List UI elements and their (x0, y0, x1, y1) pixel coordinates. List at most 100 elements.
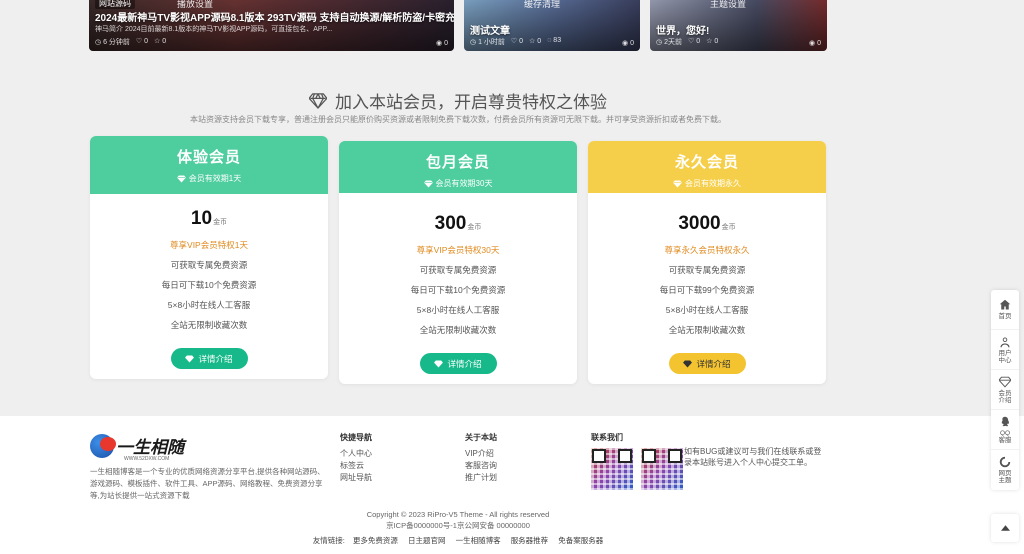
plan-feature: 全站无限制收藏次数 (668, 325, 746, 335)
plan-price: 3000金币 (678, 213, 736, 234)
post-top-tag: 主题设置 (710, 0, 747, 9)
site-about: 一生相随博客是一个专业的优质网络资源分享平台,提供各种网站源码、游戏源码、模板插… (90, 467, 325, 500)
toolbar-home[interactable]: 首页 (991, 290, 1019, 330)
footer-link[interactable]: VIP介绍 (465, 448, 497, 460)
plan-feature: 每日可下载10个免费资源 (161, 280, 257, 290)
plan-feature: 5×8小时在线人工客服 (416, 305, 500, 315)
footer-nav-title: 快捷导航 (340, 433, 372, 442)
plan-details-button[interactable]: 详情介绍 (419, 353, 497, 374)
plan-feature: 可获取专属免费资源 (668, 265, 746, 275)
post-meta: ◷ 1 小时前 ♡ 0 ☆ 0 ◌ 83 (470, 37, 561, 47)
friend-link[interactable]: 一生相随博客 (456, 536, 501, 545)
friend-link[interactable]: 服务器推荐 (511, 536, 549, 545)
plan-feature: 可获取专属免费资源 (419, 265, 497, 275)
plan-feature: 每日可下载10个免费资源 (410, 285, 506, 295)
toolbar-label: 首页 (998, 313, 1012, 320)
vip-section-header: 加入本站会员，开启尊贵特权之体验 (0, 88, 916, 114)
footer-link[interactable]: 标签云 (340, 460, 372, 472)
diamond-icon (434, 359, 444, 368)
plan-price: 10金币 (190, 208, 228, 229)
toolbar-vip[interactable]: 会员介绍 (991, 370, 1019, 410)
diamond-icon (999, 376, 1011, 388)
plan-feature: 5×8小时在线人工客服 (167, 300, 251, 310)
post-favs: ☆ 0 (154, 38, 167, 45)
footer-link[interactable]: 个人中心 (340, 448, 372, 460)
post-top-tag: 缓存清理 (524, 0, 561, 9)
friend-link[interactable]: 免备案服务器 (558, 536, 603, 545)
toolbar-label: 会员介绍 (998, 389, 1012, 404)
post-meta: ◷ 6 分钟前 ♡ 0 ☆ 0 (95, 37, 166, 47)
friend-link[interactable]: 日主题官网 (408, 536, 446, 545)
post-title[interactable]: 2024最新神马TV影视APP源码8.1版本 293TV源码 支持自动换源/解析… (95, 9, 454, 24)
plan-details-button[interactable]: 详情介绍 (668, 353, 746, 374)
post-views: ◉ 0 (809, 40, 821, 47)
post-views: ◉ 0 (622, 40, 634, 47)
post-time: ◷ 2天前 (656, 39, 682, 46)
post-card[interactable]: 主题设置 世界，您好! ◷ 2天前 ♡ 0 ☆ 0 ◉ 0 (650, 0, 827, 51)
post-favs: ☆ 0 (529, 38, 542, 45)
plan-validity: 会员有效期30天 (423, 178, 492, 189)
toolbar-label: QQ客服 (998, 429, 1012, 444)
post-likes: ♡ 0 (135, 38, 149, 45)
post-grid: 网站源码 播放设置 2024最新神马TV影视APP源码8.1版本 293TV源码… (89, 0, 827, 51)
plan-feature: 全站无限制收藏次数 (170, 320, 248, 330)
plan-details-button[interactable]: 详情介绍 (170, 348, 248, 369)
plan-validity: 会员有效期永久 (673, 178, 741, 189)
friend-link[interactable]: 更多免费资源 (353, 536, 398, 545)
plan-validity: 会员有效期1天 (176, 173, 241, 184)
footer-about-title: 关于本站 (465, 433, 497, 442)
plan-header: 体验会员 会员有效期1天 (90, 136, 328, 194)
plan-price: 300金币 (434, 213, 482, 234)
post-category[interactable]: 网站源码 (95, 0, 135, 9)
site-footer: 一生相随 WWW.52DXW.COM 一生相随博客是一个专业的优质网络资源分享平… (0, 416, 1024, 554)
post-card[interactable]: 网站源码 播放设置 2024最新神马TV影视APP源码8.1版本 293TV源码… (89, 0, 454, 51)
qq-icon (1001, 416, 1009, 426)
plan-feature: 5×8小时在线人工客服 (665, 305, 749, 315)
footer-link[interactable]: 客服咨询 (465, 460, 497, 472)
toolbar-theme[interactable]: 网页主题 (991, 450, 1019, 490)
diamond-icon (683, 359, 693, 368)
toolbar-user-center[interactable]: 用户中心 (991, 330, 1019, 370)
copyright-text: Copyright © 2023 RiPro-V5 Theme - All ri… (366, 510, 550, 519)
plan-card-lifetime: 永久会员 会员有效期永久 3000金币 尊享永久会员特权永久 可获取专属免费资源… (588, 141, 826, 384)
qr-code-image (591, 448, 633, 490)
icp-record[interactable]: 京ICP备0000000号-1京公网安备 00000000 (0, 520, 916, 531)
post-card[interactable]: 缓存清理 测试文章 ◷ 1 小时前 ♡ 0 ☆ 0 ◌ 83 ◉ 0 (464, 0, 640, 51)
logo-url: WWW.52DXW.COM (124, 456, 170, 462)
home-icon (999, 299, 1011, 310)
plan-card-monthly: 包月会员 会员有效期30天 300金币 尊享VIP会员特权30天 可获取专属免费… (339, 141, 577, 384)
footer-contact: 联系我们 (591, 432, 683, 490)
friend-links: 友情链接: 更多免费资源 日主题官网 一生相随博客 服务器推荐 免备案服务器 (0, 535, 916, 546)
vip-heading: 加入本站会员，开启尊贵特权之体验 (309, 88, 607, 113)
post-likes: ♡ 0 (510, 38, 524, 45)
footer-link[interactable]: 推广计划 (465, 472, 497, 484)
site-logo[interactable]: 一生相随 WWW.52DXW.COM (90, 433, 184, 462)
plan-feature: 每日可下载99个免费资源 (659, 285, 755, 295)
diamond-icon (423, 179, 433, 188)
plan-name: 体验会员 (176, 149, 241, 166)
diamond-icon (309, 92, 327, 109)
plan-feature: 可获取专属免费资源 (170, 260, 248, 270)
post-likes: ♡ 0 (687, 38, 701, 45)
post-comments: ◌ 83 (547, 37, 562, 44)
floating-toolbar: 首页 用户中心 会员介绍 QQ客服 网页主题 (991, 290, 1019, 490)
plan-perk: 尊享VIP会员特权30天 (416, 245, 500, 255)
post-title[interactable]: 测试文章 (470, 22, 510, 37)
contact-note: 如有BUG或建议可与我们在线联系或登录本站账号进入个人中心提交工单。 (684, 447, 822, 467)
post-time: ◷ 1 小时前 (470, 39, 505, 46)
back-to-top-button[interactable] (991, 514, 1019, 542)
plan-card-trial: 体验会员 会员有效期1天 10金币 尊享VIP会员特权1天 可获取专属免费资源 … (90, 136, 328, 379)
toolbar-label: 用户中心 (998, 349, 1012, 364)
diamond-icon (185, 354, 195, 363)
toolbar-qq[interactable]: QQ客服 (991, 410, 1019, 450)
plan-header: 包月会员 会员有效期30天 (339, 141, 577, 193)
post-title[interactable]: 世界，您好! (656, 22, 709, 37)
diamond-icon (673, 179, 682, 188)
plan-name: 永久会员 (674, 154, 739, 171)
post-favs: ☆ 0 (706, 38, 719, 45)
plan-feature: 全站无限制收藏次数 (419, 325, 497, 335)
vip-heading-text: 加入本站会员，开启尊贵特权之体验 (335, 93, 607, 112)
footer-link[interactable]: 网址导航 (340, 472, 372, 484)
theme-icon (999, 456, 1011, 468)
vip-subheading: 本站资源支持会员下载专享，普通注册会员只能原价购买资源或者限制免费下载次数，付费… (190, 115, 726, 124)
